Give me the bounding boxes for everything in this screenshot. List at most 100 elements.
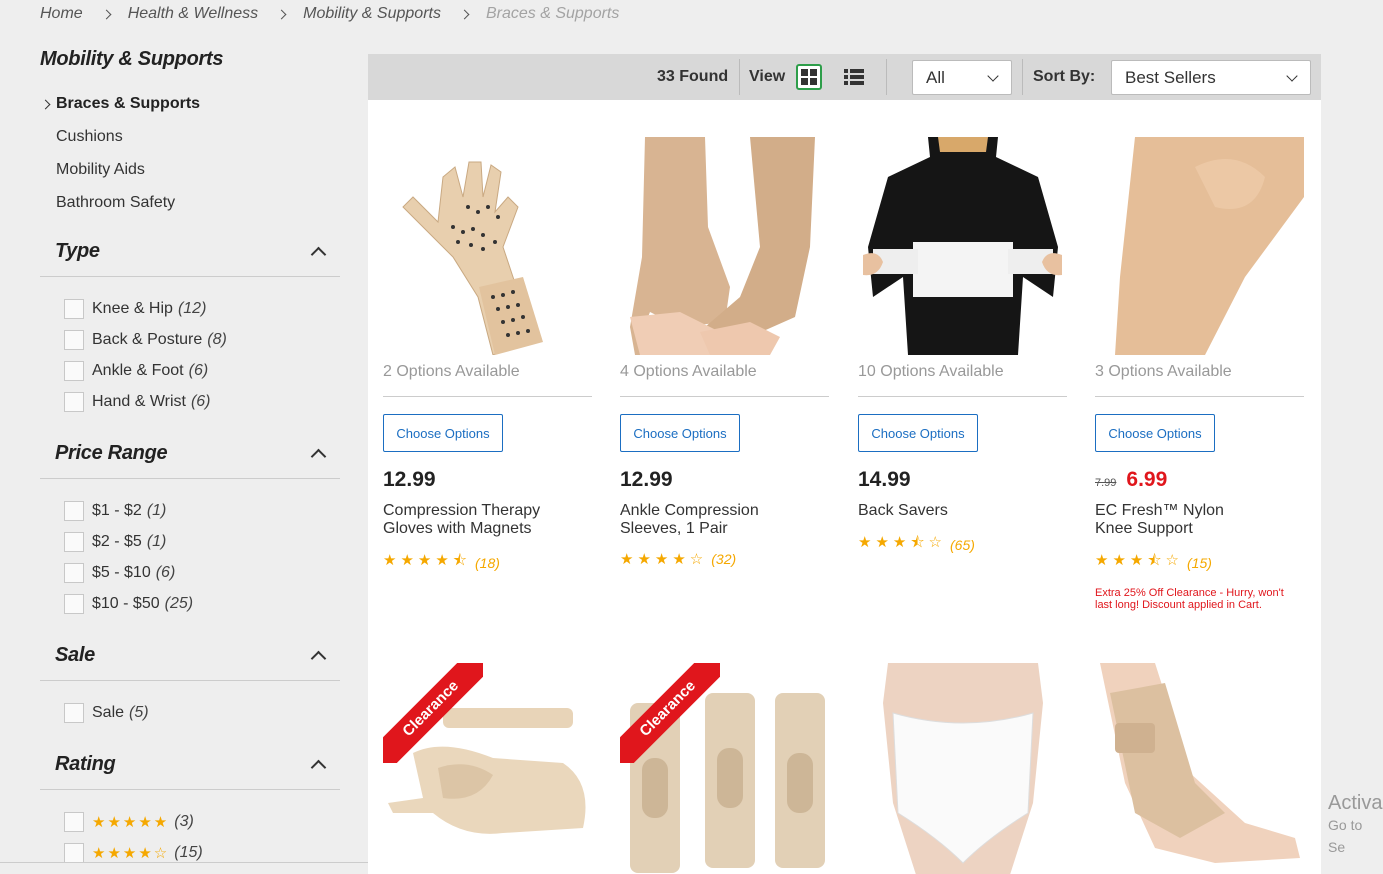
choose-options-button[interactable]: Choose Options	[383, 414, 503, 452]
subcategory-mobility-aids[interactable]: Mobility Aids	[40, 161, 340, 194]
checkbox[interactable]	[64, 811, 84, 832]
product-card[interactable]: Clearance	[383, 663, 592, 874]
filter-count: (6)	[188, 361, 209, 379]
facet-title: Sale	[55, 644, 95, 666]
price-value: 12.99	[383, 468, 436, 491]
checkbox[interactable]	[64, 562, 84, 583]
product-price: 14.99	[858, 468, 1067, 492]
product-rating[interactable]: ★★★★☆ (32)	[620, 550, 829, 568]
choose-options-button[interactable]: Choose Options	[620, 414, 740, 452]
filter-option[interactable]: Knee & Hip (12)	[64, 293, 340, 324]
filter-option[interactable]: Back & Posture (8)	[64, 324, 340, 355]
sort-select[interactable]: Best Sellers	[1111, 60, 1311, 95]
breadcrumb-current: Braces & Supports	[485, 5, 620, 22]
product-name[interactable]: Back Savers	[858, 502, 1067, 520]
product-rating[interactable]: ★★★★⯪ (18)	[383, 550, 592, 575]
category-title: Mobility & Supports	[40, 48, 224, 70]
price-value: 12.99	[620, 468, 673, 491]
product-image-ankle-sleeves[interactable]	[620, 137, 829, 355]
product-card[interactable]: 3 Options Available Choose Options 7.99 6…	[1095, 137, 1304, 611]
product-name-line: Back Savers	[858, 502, 948, 519]
breadcrumb-mobility-supports[interactable]: Mobility & Supports	[303, 5, 441, 23]
product-name-line: Knee Support	[1095, 520, 1193, 537]
checkbox[interactable]	[64, 531, 84, 552]
clearance-label: Clearance	[620, 663, 720, 763]
chevron-right-icon	[459, 9, 470, 19]
filter-option[interactable]: ★★★★☆ (15)	[64, 837, 340, 868]
checkbox[interactable]	[64, 360, 84, 381]
activation-watermark: Activa Go to Se	[1328, 792, 1383, 858]
filter-option[interactable]: Sale (5)	[64, 697, 340, 728]
view-label: View	[749, 68, 786, 85]
checkbox[interactable]	[64, 842, 84, 863]
product-rating[interactable]: ★★★⯪☆ (15)	[1095, 550, 1304, 575]
chevron-down-icon	[1286, 69, 1298, 82]
options-available: 3 Options Available	[1095, 363, 1304, 397]
checkbox[interactable]	[64, 500, 84, 521]
filter-count: (25)	[164, 594, 194, 612]
filter-select[interactable]: All	[912, 60, 1012, 95]
filter-option[interactable]: $2 - $5 (1)	[64, 526, 340, 557]
product-card[interactable]: Clearance	[620, 663, 829, 874]
breadcrumb-home[interactable]: Home	[40, 5, 83, 23]
filter-option[interactable]: $10 - $50 (25)	[64, 588, 340, 619]
subcategory-bathroom-safety[interactable]: Bathroom Safety	[40, 194, 340, 227]
filter-option[interactable]: $5 - $10 (6)	[64, 557, 340, 588]
breadcrumb-health-wellness[interactable]: Health & Wellness	[128, 5, 258, 23]
product-name[interactable]: EC Fresh™ Nylon Knee Support	[1095, 502, 1304, 538]
checkbox[interactable]	[64, 702, 84, 723]
facet-title: Price Range	[55, 442, 168, 464]
filter-label: $5 - $10	[92, 563, 151, 581]
product-rating[interactable]: ★★★⯪☆ (65)	[858, 532, 1067, 557]
product-card[interactable]	[1095, 663, 1304, 874]
filter-label: $10 - $50	[92, 594, 160, 612]
chevron-up-icon[interactable]	[310, 650, 327, 667]
chevron-up-icon[interactable]	[310, 448, 327, 465]
product-name[interactable]: Ankle Compression Sleeves, 1 Pair	[620, 502, 829, 538]
star-rating-icon: ★★★★⯪	[383, 552, 471, 569]
chevron-right-icon	[101, 9, 112, 19]
watermark-line: Activa	[1328, 792, 1383, 814]
subcategory-braces-supports[interactable]: Braces & Supports	[40, 95, 340, 128]
chevron-up-icon[interactable]	[310, 246, 327, 263]
facet-header-sale[interactable]: Sale	[40, 631, 340, 681]
checkbox[interactable]	[64, 391, 84, 412]
facet-header-rating[interactable]: Rating	[40, 740, 340, 790]
clearance-label: Clearance	[383, 663, 483, 763]
chevron-up-icon[interactable]	[310, 759, 327, 776]
product-image-knee-support[interactable]	[1095, 137, 1304, 355]
grid-view-icon[interactable]	[796, 64, 822, 90]
product-image-ankle-brace[interactable]	[1095, 663, 1304, 874]
product-image-finger-splints[interactable]: Clearance	[620, 663, 829, 874]
product-image-gloves[interactable]	[383, 137, 592, 355]
product-image-support-brief[interactable]	[858, 663, 1067, 874]
list-view-icon[interactable]	[844, 69, 864, 85]
facet-header-type[interactable]: Type	[40, 227, 340, 277]
product-name[interactable]: Compression Therapy Gloves with Magnets	[383, 502, 592, 538]
product-card[interactable]	[858, 663, 1067, 874]
product-image-shoulder-brace[interactable]: Clearance	[383, 663, 592, 874]
product-card[interactable]: 4 Options Available Choose Options 12.99…	[620, 137, 829, 568]
filter-count: (1)	[146, 501, 167, 519]
choose-options-button[interactable]: Choose Options	[858, 414, 978, 452]
filter-option[interactable]: Ankle & Foot (6)	[64, 355, 340, 386]
subcategory-cushions[interactable]: Cushions	[40, 128, 340, 161]
product-card[interactable]: 2 Options Available Choose Options 12.99…	[383, 137, 592, 575]
filter-option[interactable]: $1 - $2 (1)	[64, 495, 340, 526]
filter-option[interactable]: ★★★★★ (3)	[64, 806, 340, 837]
facet-title: Rating	[55, 753, 116, 775]
checkbox[interactable]	[64, 298, 84, 319]
product-card[interactable]: 10 Options Available Choose Options 14.9…	[858, 137, 1067, 557]
filter-sidebar: Mobility & Supports Braces & Supports Cu…	[40, 48, 340, 874]
rating-count: (65)	[950, 536, 975, 553]
product-name-line: EC Fresh™ Nylon	[1095, 502, 1224, 519]
facet-header-price-range[interactable]: Price Range	[40, 429, 340, 479]
product-price: 7.99 6.99	[1095, 468, 1304, 492]
checkbox[interactable]	[64, 593, 84, 614]
filter-label: $1 - $2	[92, 501, 142, 519]
choose-options-button[interactable]: Choose Options	[1095, 414, 1215, 452]
filter-option[interactable]: Hand & Wrist (6)	[64, 386, 340, 417]
checkbox[interactable]	[64, 329, 84, 350]
facet-body-price-range: $1 - $2 (1) $2 - $5 (1) $5 - $10 (6) $10 - …	[40, 479, 340, 631]
product-image-back-savers[interactable]	[858, 137, 1067, 355]
